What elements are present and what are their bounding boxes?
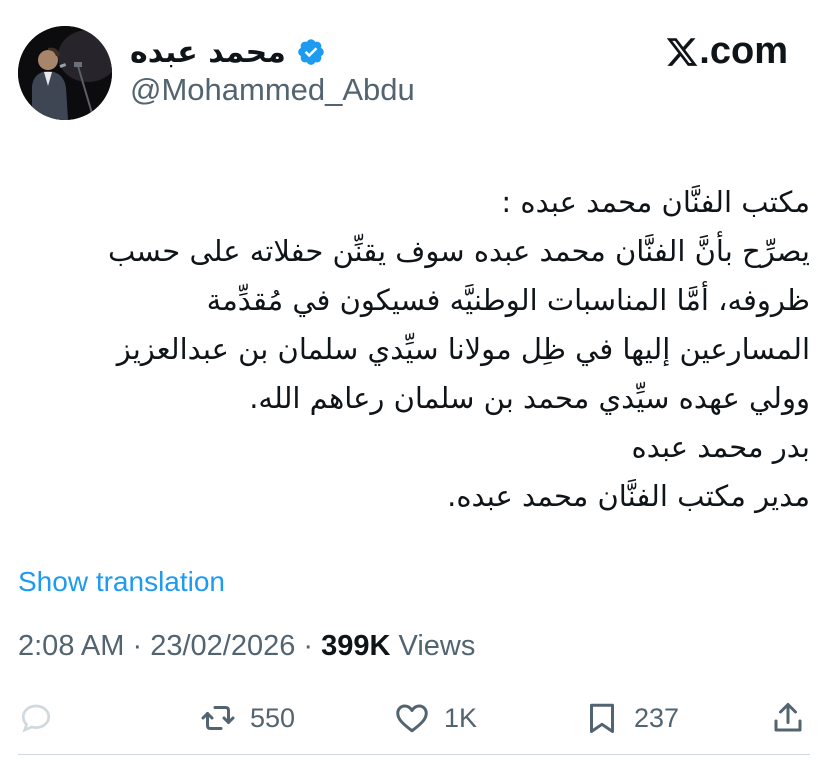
bookmark-button[interactable]: 237 bbox=[584, 694, 679, 742]
like-count: 1K bbox=[444, 702, 478, 733]
views-count: 399K bbox=[321, 630, 391, 662]
name-row: محمد عبده bbox=[130, 30, 326, 74]
bookmark-icon bbox=[590, 703, 614, 733]
divider bbox=[18, 754, 810, 755]
tweet-line: مدير مكتب الفنَّان محمد عبده. bbox=[447, 479, 810, 513]
tweet-time[interactable]: 2:08 AM bbox=[18, 630, 124, 662]
verified-badge-icon bbox=[296, 37, 326, 67]
share-icon bbox=[774, 703, 802, 732]
avatar-image bbox=[18, 26, 112, 120]
meta-separator: · bbox=[132, 630, 151, 662]
heart-icon bbox=[396, 704, 428, 733]
tweet-line: مكتب الفنَّان محمد عبده : bbox=[501, 185, 810, 219]
retweet-count: 550 bbox=[250, 702, 296, 733]
tweet-line: يصرِّح بأنَّ الفنَّان محمد عبده سوف يقنِ… bbox=[107, 234, 810, 268]
display-name[interactable]: محمد عبده bbox=[130, 35, 286, 70]
reply-icon bbox=[21, 704, 51, 733]
bookmark-count: 237 bbox=[634, 702, 680, 733]
share-button[interactable] bbox=[770, 694, 806, 742]
tweet-date[interactable]: 23/02/2026 bbox=[150, 630, 295, 662]
meta-separator: · bbox=[303, 630, 322, 662]
retweet-button[interactable]: 550 bbox=[200, 694, 295, 742]
tweet-text: مكتب الفنَّان محمد عبده : يصرِّح بأنَّ ا… bbox=[18, 178, 810, 521]
action-bar: 550 1K 237 bbox=[0, 694, 828, 742]
logo-text: .com bbox=[699, 30, 788, 72]
reply-button[interactable] bbox=[18, 694, 54, 742]
tweet-line: ظروفه، أمَّا المناسبات الوطنيَّه فسيكون … bbox=[206, 283, 810, 317]
views-label: Views bbox=[398, 630, 476, 662]
user-handle[interactable]: @Mohammed_Abdu bbox=[130, 72, 415, 108]
show-translation-link[interactable]: Show translation bbox=[18, 566, 225, 598]
like-button[interactable]: 1K bbox=[394, 694, 477, 742]
tweet-header: محمد عبده @Mohammed_Abdu .com bbox=[0, 0, 828, 130]
brand-logo: .com bbox=[665, 30, 788, 73]
retweet-icon bbox=[201, 706, 235, 730]
tweet-line: وولي عهده سيِّدي محمد بن سلمان رعاهم الل… bbox=[249, 381, 810, 415]
x-logo-icon bbox=[665, 35, 699, 69]
avatar[interactable] bbox=[18, 26, 112, 120]
tweet-line: المسارعين إليها في ظِل مولانا سيِّدي سلم… bbox=[116, 332, 810, 366]
tweet-meta: 2:08 AM · 23/02/2026 · 399K Views bbox=[18, 630, 475, 663]
tweet-line: بدر محمد عبده bbox=[631, 430, 810, 464]
